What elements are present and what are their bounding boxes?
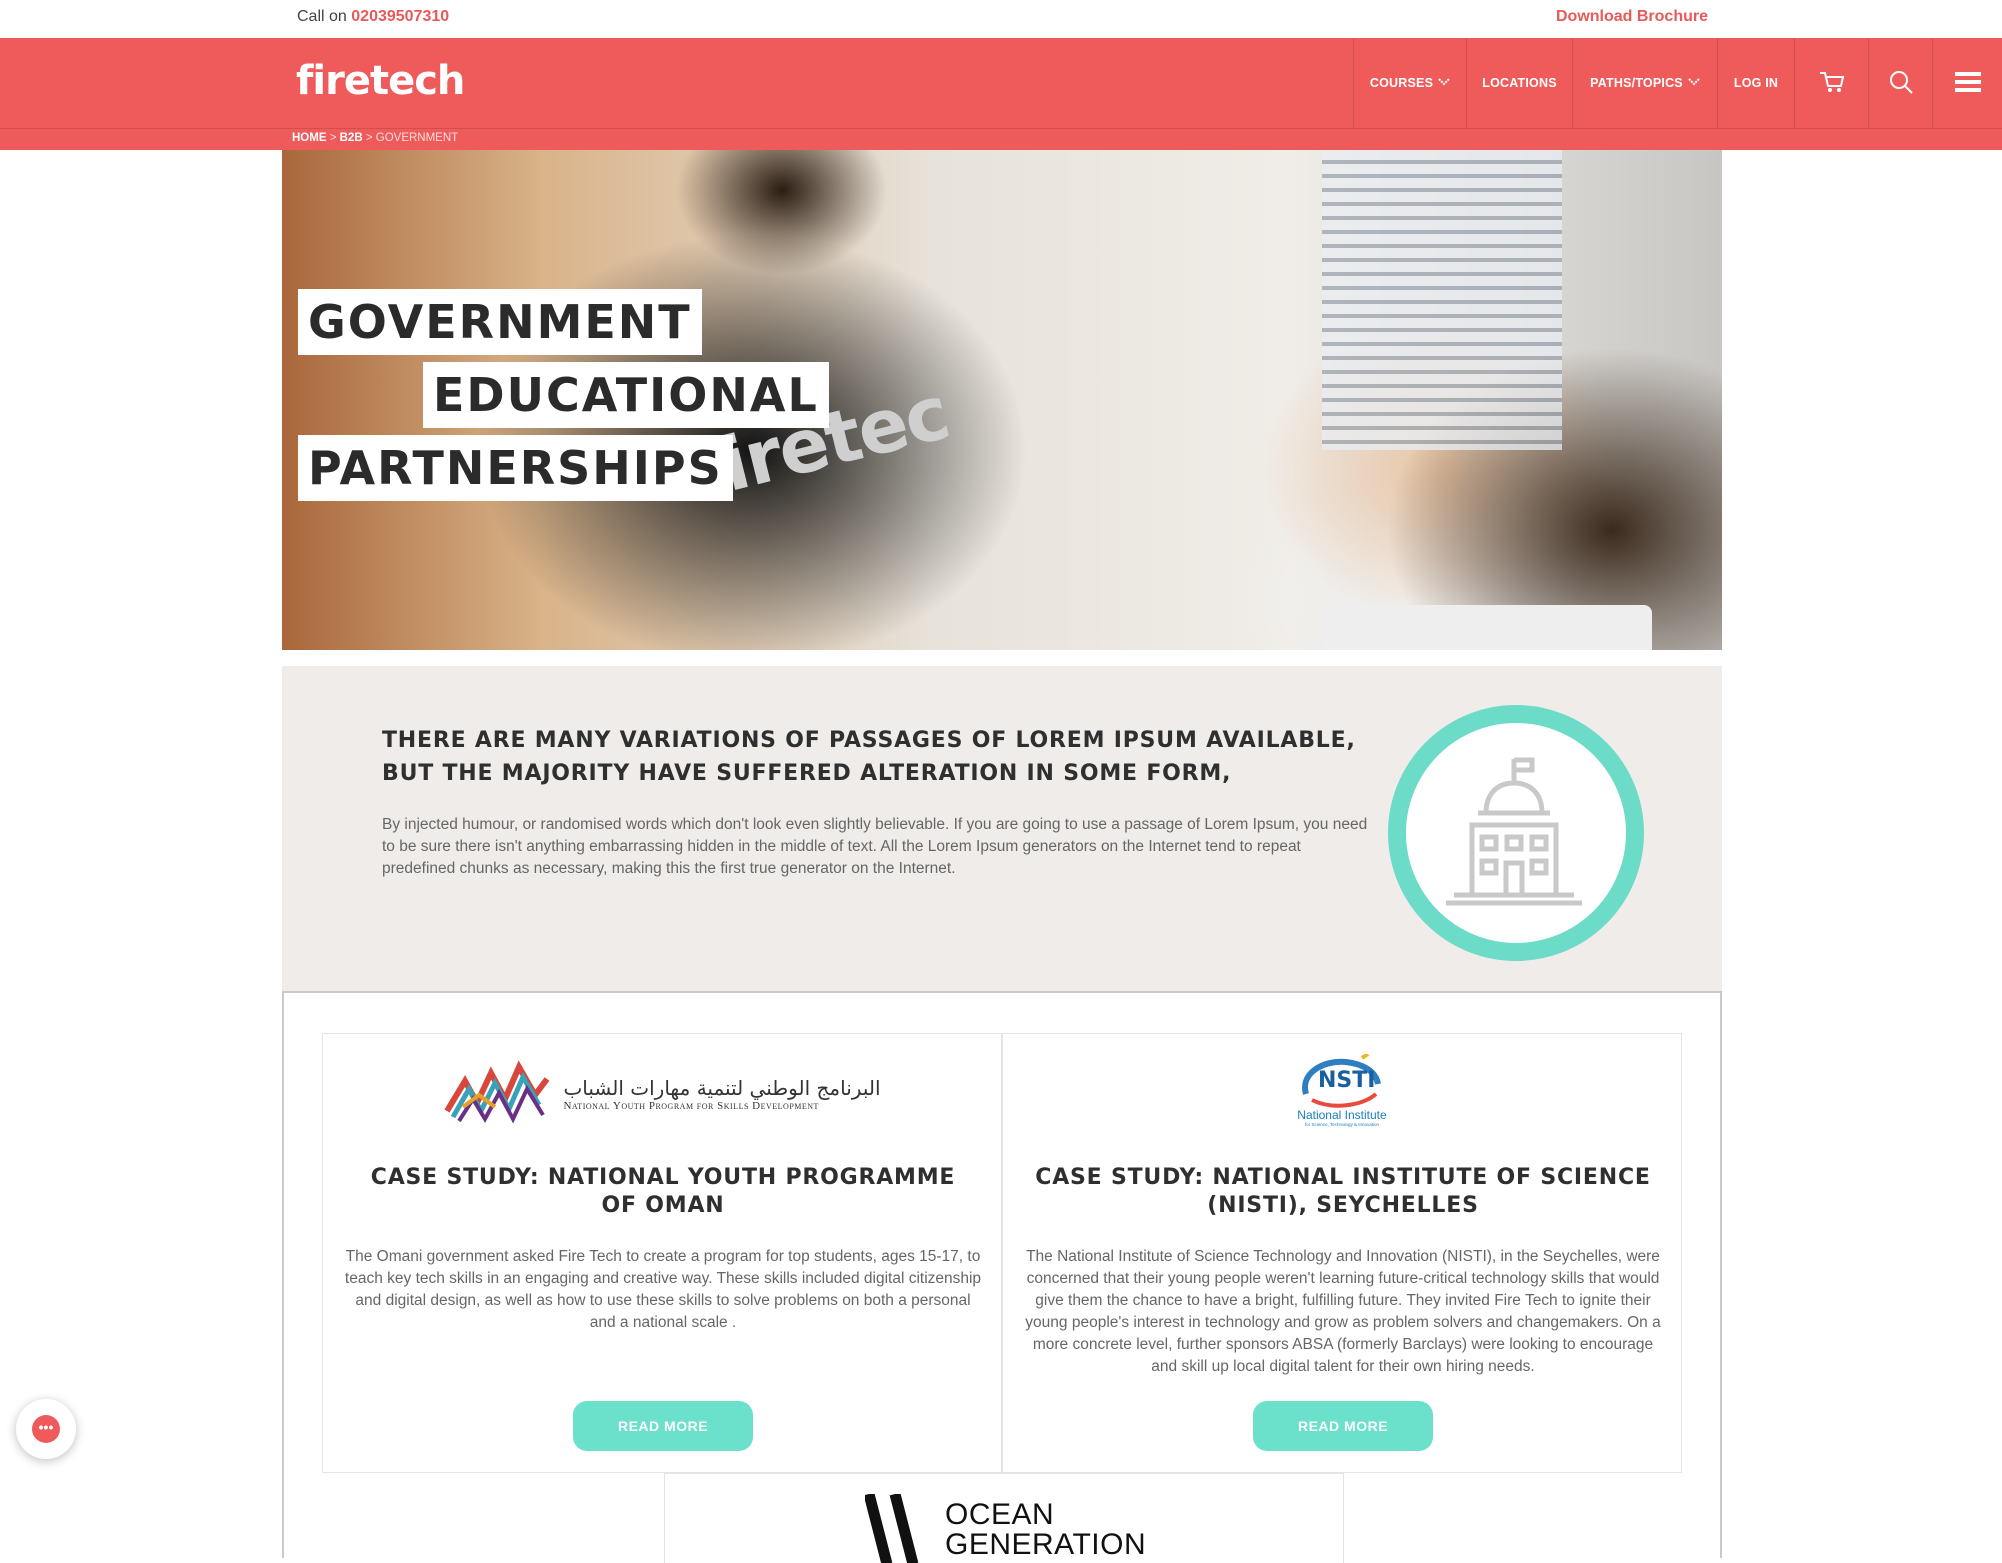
breadcrumb-separator: > [329, 132, 337, 144]
nsti-logo-sub: for Science, Technology & Innovation [1305, 1122, 1379, 1127]
intro-section: THERE ARE MANY VARIATIONS OF PASSAGES OF… [282, 666, 1722, 991]
nav-locations[interactable]: LOCATIONS [1466, 38, 1572, 128]
case-study-title: CASE STUDY: NATIONAL INSTITUTE OF SCIENC… [1035, 1165, 1651, 1218]
read-more-button[interactable]: READ MORE [573, 1401, 753, 1451]
search-icon [1888, 69, 1914, 98]
ocean-generation-logo: OCEAN GENERATION [865, 1494, 1165, 1563]
breadcrumb-b2b[interactable]: B2B [340, 132, 363, 144]
download-brochure-link[interactable]: Download Brochure [1556, 8, 1708, 26]
intro-body: By injected humour, or randomised words … [382, 816, 1368, 877]
read-more-button[interactable]: READ MORE [1253, 1401, 1433, 1451]
nav-menu: COURSES LOCATIONS PATHS/TOPICS LOG IN [1353, 38, 2002, 128]
breadcrumb-home[interactable]: HOME [292, 132, 327, 144]
nypsd-logo-arabic: البرنامج الوطني لتنمية مهارات الشباب [563, 1076, 881, 1100]
top-strip: Call on 02039507310 Download Brochure [0, 0, 2002, 38]
nsti-logo-mark: NSTI National Institute for Science, Tec… [1292, 1054, 1392, 1134]
breadcrumb: HOME > B2B > GOVERNMENT [292, 132, 458, 144]
ocean-generation-mark-icon [865, 1494, 919, 1563]
chevron-down-icon [1438, 77, 1450, 89]
chat-widget-button[interactable]: ••• [16, 1399, 76, 1459]
call-info: Call on 02039507310 [297, 8, 449, 26]
hero-banner: firetec GOVERNMENT EDUCATIONAL PARTNERSH… [282, 150, 1722, 650]
case-study-title: CASE STUDY: NATIONAL YOUTH PROGRAMME OF … [370, 1165, 956, 1218]
nypsd-logo-english: National Youth Program for Skills Develo… [563, 1100, 819, 1112]
intro-heading: THERE ARE MANY VARIATIONS OF PASSAGES OF… [382, 728, 1356, 786]
hero-title-line-1: GOVERNMENT [298, 289, 702, 355]
nav-paths-label: PATHS/TOPICS [1590, 76, 1683, 90]
nav-locations-label: LOCATIONS [1482, 76, 1557, 90]
nsti-logo-name: National Institute [1297, 1108, 1387, 1122]
hero-title-line-3: PARTNERSHIPS [298, 435, 733, 501]
nav-login[interactable]: LOG IN [1717, 38, 1794, 128]
government-building-icon [1436, 751, 1596, 916]
case-study-body: The Omani government asked Fire Tech to … [344, 1248, 982, 1331]
nypsd-logo-mark-icon [444, 1060, 550, 1124]
main-navbar: firetech COURSES LOCATIONS PATHS/TOPICS … [0, 38, 2002, 128]
chat-bubble-icon: ••• [32, 1415, 60, 1443]
nav-paths-topics[interactable]: PATHS/TOPICS [1572, 38, 1717, 128]
hero-photo-blind [1322, 150, 1562, 450]
chevron-down-icon [1688, 77, 1700, 89]
nsti-logo: NSTI National Institute for Science, Tec… [1003, 1054, 1681, 1134]
firetech-logo[interactable]: firetech [296, 58, 465, 104]
ocean-generation-line-2: GENERATION [945, 1528, 1147, 1561]
case-study-card: البرنامج الوطني لتنمية مهارات الشباب Nat… [322, 1033, 1002, 1473]
cart-icon [1819, 70, 1845, 97]
call-label: Call on [297, 8, 347, 25]
nsti-logo-letters: NSTI [1318, 1068, 1376, 1093]
menu-icon [1954, 71, 1982, 96]
case-studies-section: البرنامج الوطني لتنمية مهارات الشباب Nat… [282, 991, 1722, 1563]
phone-link[interactable]: 02039507310 [351, 8, 449, 25]
case-study-card-partial: OCEAN GENERATION [664, 1473, 1344, 1563]
nav-courses-label: COURSES [1369, 76, 1434, 90]
nypsd-logo-text: البرنامج الوطني لتنمية مهارات الشباب Nat… [563, 1076, 880, 1112]
breadcrumb-current: GOVERNMENT [375, 132, 459, 144]
cart-button[interactable] [1794, 38, 1868, 128]
breadcrumb-separator: > [365, 132, 373, 144]
government-badge [1388, 705, 1644, 961]
nypsd-logo: البرنامج الوطني لتنمية مهارات الشباب Nat… [323, 1054, 1001, 1134]
case-study-body: The National Institute of Science Techno… [1025, 1248, 1661, 1375]
nav-login-label: LOG IN [1733, 76, 1779, 90]
ocean-generation-line-1: OCEAN [945, 1498, 1055, 1531]
hamburger-menu-button[interactable] [1932, 38, 2002, 128]
hero-title-line-2: EDUCATIONAL [423, 362, 829, 428]
breadcrumb-bar: HOME > B2B > GOVERNMENT [0, 128, 2002, 150]
ocean-generation-text: OCEAN GENERATION [945, 1500, 1146, 1560]
nav-courses[interactable]: COURSES [1353, 38, 1466, 128]
case-study-card: NSTI National Institute for Science, Tec… [1002, 1033, 1682, 1473]
hero-photo-laptop [1322, 605, 1652, 650]
search-button[interactable] [1868, 38, 1932, 128]
